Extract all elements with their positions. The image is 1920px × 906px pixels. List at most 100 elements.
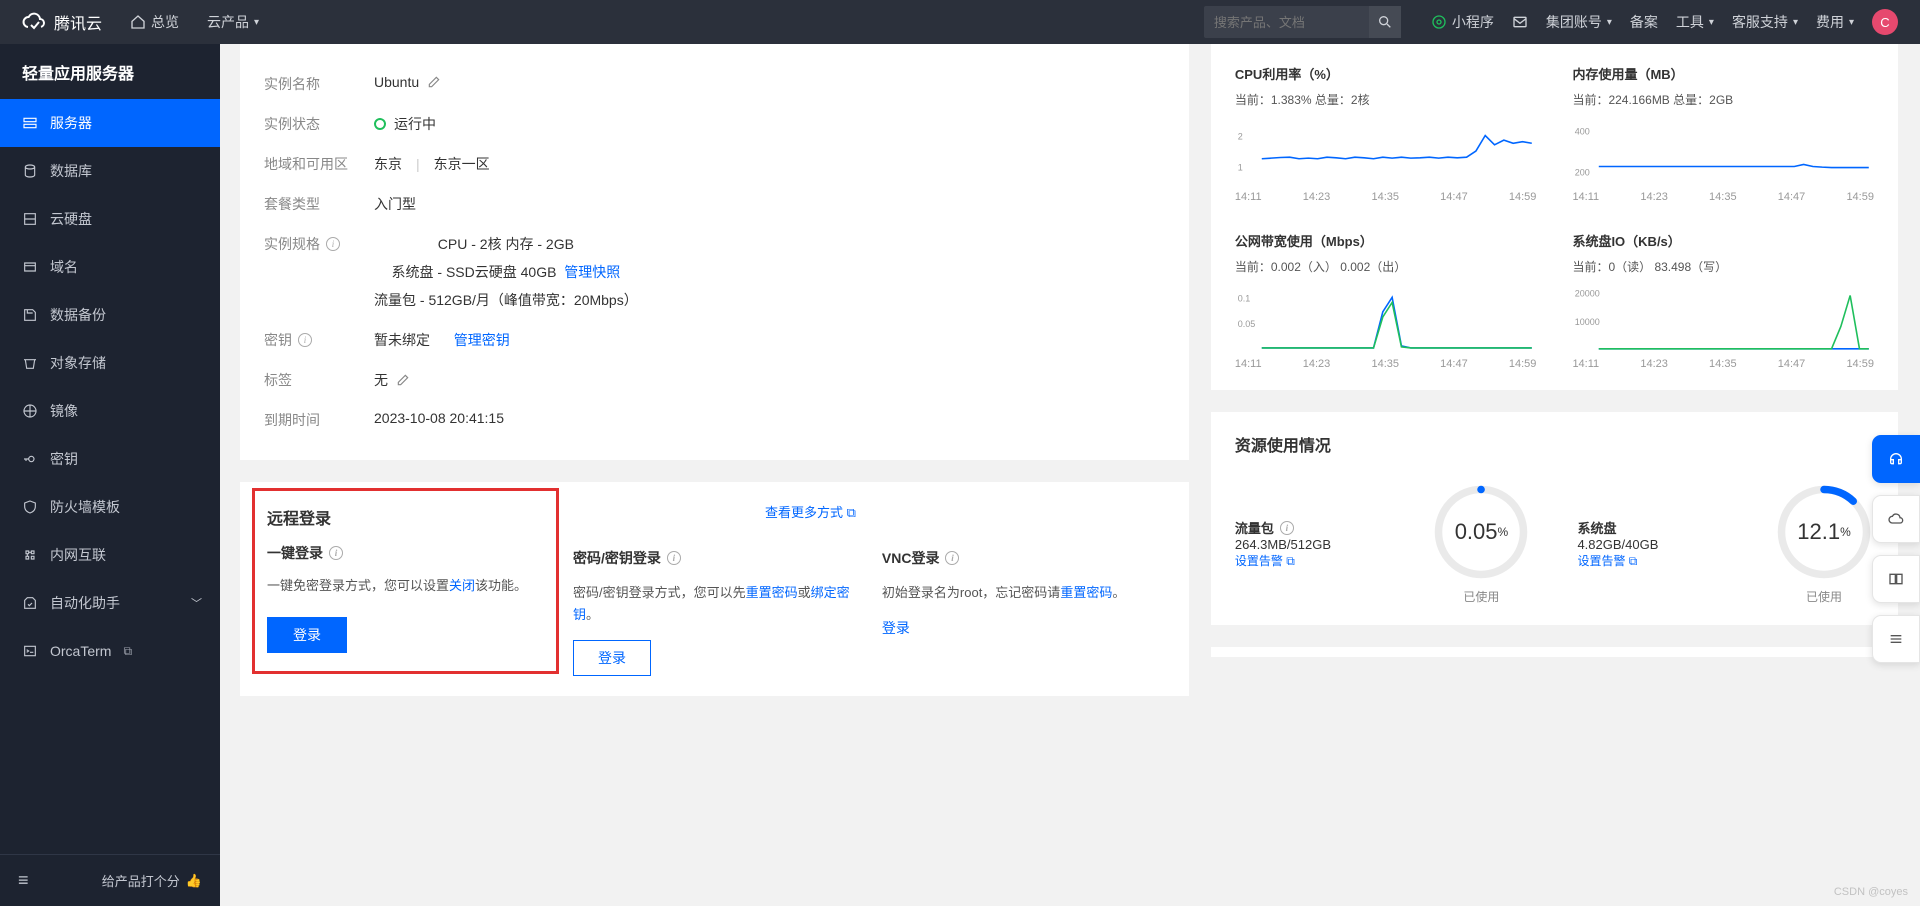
sidebar-title: 轻量应用服务器: [0, 44, 220, 99]
pwd-login-button[interactable]: 登录: [573, 640, 651, 676]
beian-label: 备案: [1630, 12, 1658, 32]
chevron-down-icon: ▾: [1607, 17, 1612, 28]
link-keys[interactable]: 管理密钥: [454, 330, 510, 350]
sidebar-item-db[interactable]: 数据库: [0, 147, 220, 195]
disk-icon: [22, 211, 38, 227]
chart-title: 内存使用量（MB）: [1572, 64, 1874, 83]
vnc-login-button[interactable]: 登录: [882, 618, 1165, 638]
external-icon: ⧉: [123, 644, 132, 659]
topnav-tools[interactable]: 工具▾: [1676, 12, 1714, 32]
sidebar-item-server[interactable]: 服务器: [0, 99, 220, 147]
link-set-alarm-a[interactable]: 设置告警 ⧉: [1235, 554, 1295, 568]
topnav-fee[interactable]: 费用 ▾: [1816, 12, 1854, 32]
sidebar-item-label: 防火墙模板: [50, 497, 120, 517]
sidebar-item-disk[interactable]: 云硬盘: [0, 195, 220, 243]
sidebar-item-label: 服务器: [50, 113, 92, 133]
auto-icon: [22, 595, 38, 611]
collapse-icon[interactable]: ≡: [18, 870, 29, 891]
sidebar-item-label: 镜像: [50, 401, 78, 421]
pwd-login-title: 密码/密钥登录i: [573, 548, 856, 568]
home-icon: [130, 14, 146, 30]
tools-label: 工具: [1676, 12, 1704, 32]
edit-icon[interactable]: [396, 373, 410, 387]
chart-1: 内存使用量（MB）当前：224.166MB 总量：2GB20040014:111…: [1572, 64, 1874, 203]
sidebar-item-bucket[interactable]: 对象存储: [0, 339, 220, 387]
topnav-miniprogram[interactable]: 小程序: [1431, 12, 1494, 32]
info-icon[interactable]: i: [1280, 521, 1294, 535]
edit-icon[interactable]: [427, 75, 441, 89]
sidebar-item-domain[interactable]: 域名: [0, 243, 220, 291]
usage-disk-val: 4.82GB/40GB: [1577, 537, 1756, 552]
cloud-icon: [22, 10, 46, 34]
sidebar-item-backup[interactable]: 数据备份: [0, 291, 220, 339]
book-icon: [1888, 571, 1904, 587]
chart-subtitle: 当前：1.383% 总量：2核: [1235, 91, 1537, 108]
support-label: 客服支持: [1732, 12, 1788, 32]
one-click-title: 一键登录i: [267, 543, 544, 563]
link-more-login[interactable]: 查看更多方式 ⧉: [765, 502, 856, 521]
brand[interactable]: 腾讯云: [22, 10, 102, 34]
label-plan: 套餐类型: [264, 194, 374, 214]
info-icon[interactable]: i: [326, 237, 340, 251]
topnav-products[interactable]: 云产品 ▾: [207, 12, 259, 32]
avatar[interactable]: C: [1872, 9, 1898, 35]
topnav-group[interactable]: 集团账号 ▾: [1546, 12, 1612, 32]
search-button[interactable]: [1369, 6, 1401, 38]
resource-usage-card: 资源使用情况 流量包i 264.3MB/512GB 设置告警 ⧉: [1211, 412, 1898, 625]
sidebar-item-shield[interactable]: 防火墙模板: [0, 483, 220, 531]
search-box: [1204, 6, 1401, 38]
chart-ticks: 14:1114:2314:3514:4714:59: [1235, 358, 1537, 370]
one-click-login-button[interactable]: 登录: [267, 617, 347, 653]
fab-support[interactable]: [1872, 435, 1920, 483]
info-icon[interactable]: i: [298, 333, 312, 347]
used-label: 已使用: [1431, 588, 1531, 605]
info-icon[interactable]: i: [945, 551, 959, 565]
sidebar-item-key[interactable]: 密钥: [0, 435, 220, 483]
info-icon[interactable]: i: [667, 551, 681, 565]
separator: |: [416, 156, 420, 172]
sidebar-item-label: 数据备份: [50, 305, 106, 325]
chevron-down-icon: ▾: [1849, 17, 1854, 28]
sidebar: 轻量应用服务器 服务器数据库云硬盘域名数据备份对象存储镜像密钥防火墙模板内网互联…: [0, 44, 220, 906]
sidebar-item-label: 密钥: [50, 449, 78, 469]
info-icon[interactable]: i: [329, 546, 343, 560]
sidebar-item-label: 云硬盘: [50, 209, 92, 229]
value-region-a: 东京: [374, 154, 402, 174]
rate-product[interactable]: 给产品打个分: [102, 871, 180, 890]
usage-traffic-val: 264.3MB/512GB: [1235, 537, 1414, 552]
chart-subtitle: 当前：0（读） 83.498（写）: [1572, 258, 1874, 275]
topnav-support[interactable]: 客服支持▾: [1732, 12, 1798, 32]
link-reset-pwd[interactable]: 重置密码: [746, 585, 798, 600]
remote-login-card: 远程登录 一键登录i 一键免密登录方式，您可以设置关闭该功能。 登录 查看更多方…: [240, 482, 1189, 696]
sidebar-item-terminal[interactable]: OrcaTerm⧉: [0, 627, 220, 675]
topnav-mail[interactable]: [1512, 14, 1528, 30]
fab-cloud[interactable]: [1872, 495, 1920, 543]
topnav-overview[interactable]: 总览: [130, 12, 179, 32]
topnav-beian[interactable]: 备案: [1630, 12, 1658, 32]
sidebar-item-net[interactable]: 内网互联: [0, 531, 220, 579]
server-icon: [22, 115, 38, 131]
link-snapshot[interactable]: 管理快照: [564, 264, 620, 280]
sidebar-item-auto[interactable]: 自动化助手﹀: [0, 579, 220, 627]
chart-canvas: 12: [1235, 116, 1537, 186]
label-expire: 到期时间: [264, 410, 374, 430]
headset-icon: [1888, 451, 1904, 467]
sidebar-item-label: 对象存储: [50, 353, 106, 373]
search-input[interactable]: [1204, 15, 1369, 30]
fee-label: 费用: [1816, 12, 1844, 32]
chart-canvas: 1000020000: [1572, 283, 1874, 353]
link-set-alarm-b[interactable]: 设置告警 ⧉: [1577, 554, 1637, 568]
terminal-icon: [22, 643, 38, 659]
chart-title: 公网带宽使用（Mbps）: [1235, 231, 1537, 250]
fab-menu[interactable]: [1872, 615, 1920, 663]
link-disable[interactable]: 关闭: [449, 578, 475, 593]
chart-0: CPU利用率（%）当前：1.383% 总量：2核1214:1114:2314:3…: [1235, 64, 1537, 203]
sidebar-item-image[interactable]: 镜像: [0, 387, 220, 435]
backup-icon: [22, 307, 38, 323]
svg-text:1: 1: [1238, 163, 1243, 173]
group-label: 集团账号: [1546, 12, 1602, 32]
fab-docs[interactable]: [1872, 555, 1920, 603]
link-reset-pwd2[interactable]: 重置密码: [1060, 585, 1112, 600]
svg-text:0.1: 0.1: [1238, 293, 1251, 303]
one-click-desc: 一键免密登录方式，您可以设置关闭该功能。: [267, 575, 544, 597]
